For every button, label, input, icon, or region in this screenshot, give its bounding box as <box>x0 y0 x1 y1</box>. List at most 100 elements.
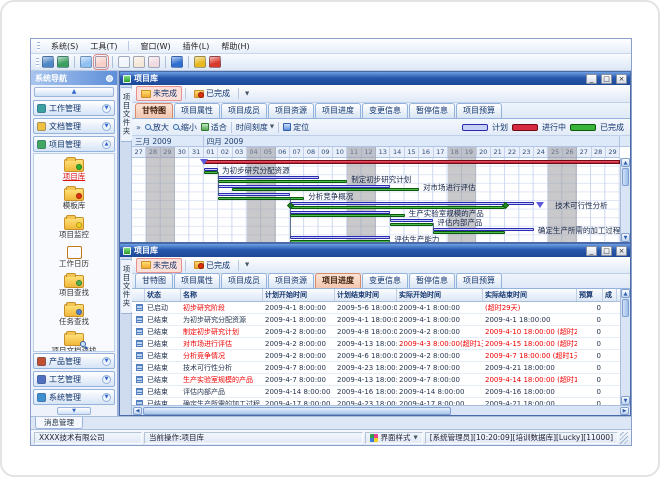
sidebar-item-5[interactable]: 任务查找 <box>34 301 114 330</box>
gantt-tab-1[interactable]: 项目属性 <box>174 103 220 118</box>
actual-bar[interactable] <box>204 171 218 174</box>
gantt-unfinished-filter-button[interactable]: 未完成 <box>136 86 182 101</box>
close-button[interactable]: × <box>616 246 627 256</box>
scroll-left-arrow[interactable]: ◀ <box>133 407 142 415</box>
scroll-right-arrow[interactable]: ▶ <box>620 407 629 415</box>
scroll-thumb[interactable] <box>143 407 451 415</box>
sidebar-scroll-up-button[interactable]: ▲ <box>34 87 114 97</box>
menu-item-3[interactable]: 插件(L) <box>182 41 211 52</box>
chevron-down-icon[interactable]: ▼ <box>102 393 111 402</box>
plan-bar[interactable] <box>218 176 318 179</box>
gantt-vertical-scrollbar[interactable]: ▲ ▼ <box>620 158 630 242</box>
table-row[interactable]: 已结束对市场进行评估2009-4-2 8:00:002009-4-13 18:0… <box>132 338 630 350</box>
scroll-thumb[interactable] <box>622 168 629 186</box>
sidebar-item-3[interactable]: 工作日历 <box>34 243 114 272</box>
actual-bar[interactable] <box>218 180 347 183</box>
table-tab-5[interactable]: 变更信息 <box>362 273 408 288</box>
plan-bar[interactable] <box>290 202 534 205</box>
sidebar-group-4[interactable]: 工艺管理▼ <box>33 371 115 387</box>
globe-icon[interactable] <box>57 56 69 68</box>
gantt-tab-3[interactable]: 项目资源 <box>268 103 314 118</box>
actual-bar[interactable] <box>433 231 505 234</box>
table-row[interactable]: 已结束生产实验室规模的产品2009-4-7 8:00:002009-4-13 1… <box>132 374 630 386</box>
filter-dropdown-icon[interactable]: ▼ <box>242 91 252 97</box>
table-row[interactable]: 已结束评估内部产品2009-4-14 8:00:002009-4-16 18:0… <box>132 386 630 398</box>
actual-bar[interactable] <box>232 188 419 191</box>
save-icon[interactable] <box>95 56 107 68</box>
table-unfinished-filter-button[interactable]: 未完成 <box>136 258 182 273</box>
close-button[interactable]: × <box>616 74 627 84</box>
chevron-down-icon[interactable]: ▼ <box>102 375 111 384</box>
table-header-5[interactable]: 实际结束时间 <box>483 289 577 301</box>
table-tab-6[interactable]: 暂停信息 <box>409 273 455 288</box>
table-row[interactable]: 已结束为初步研究分配资源2009-4-1 8:00:002009-4-1 18:… <box>132 314 630 326</box>
chevron-down-icon[interactable]: ▼ <box>102 122 111 131</box>
ui-style-selector[interactable]: 界面样式 ▼ <box>365 432 423 444</box>
actual-bar[interactable] <box>218 197 304 200</box>
resize-grip[interactable] <box>620 432 628 444</box>
table-vertical-scrollbar[interactable]: ▲ ▼ <box>620 289 630 405</box>
table-header-2[interactable]: 计划开始时间 <box>263 289 335 301</box>
menu-item-4[interactable]: 帮助(H) <box>220 41 250 52</box>
table-tab-3[interactable]: 项目资源 <box>268 273 314 288</box>
table-row[interactable]: 已启动初步研究阶段2009-4-1 8:00:002009-5-6 18:00:… <box>132 302 630 314</box>
actual-bar[interactable] <box>290 214 405 217</box>
table-row[interactable]: 已结束制定初步研究计划2009-4-2 8:00:002009-4-8 18:0… <box>132 326 630 338</box>
zoom-out-button[interactable]: 缩小 <box>173 122 197 133</box>
plan-bar[interactable] <box>218 193 290 196</box>
gantt-tab-7[interactable]: 项目预算 <box>456 103 502 118</box>
help-icon[interactable] <box>171 56 183 68</box>
table-header-3[interactable]: 计划结束时间 <box>335 289 397 301</box>
plan-bar[interactable] <box>390 219 433 222</box>
locate-button[interactable]: 定位 <box>283 122 309 133</box>
table-tab-4[interactable]: 项目进度 <box>315 273 361 288</box>
filter-dropdown-icon[interactable]: ▼ <box>242 262 252 268</box>
exit-icon[interactable] <box>209 56 221 68</box>
actual-bar[interactable] <box>390 223 433 226</box>
fit-button[interactable]: 适合 <box>201 122 227 133</box>
sidebar-item-6[interactable]: 项目文档查找 <box>34 330 114 352</box>
summary-progress-bar[interactable] <box>204 160 620 164</box>
menu-item-1[interactable]: 工具(T) <box>89 41 118 52</box>
pin-icon[interactable] <box>106 75 113 82</box>
sidebar-group-2[interactable]: 项目管理▲ <box>33 136 115 152</box>
doc-edit-icon[interactable] <box>133 56 145 68</box>
restore-button[interactable]: □ <box>601 246 612 256</box>
table-header-4[interactable]: 实际开始时间 <box>397 289 483 301</box>
toolbar-overflow-icon[interactable]: » <box>136 123 141 132</box>
table-finished-filter-button[interactable]: 已完成 <box>189 258 235 273</box>
sidebar-scroll-down-button[interactable]: ▼ <box>57 407 91 415</box>
sidebar-item-4[interactable]: 项目查找 <box>34 272 114 301</box>
table-header-6[interactable]: 预算 <box>577 289 603 301</box>
table-tab-2[interactable]: 项目成员 <box>221 273 267 288</box>
zoom-in-button[interactable]: 放大 <box>145 122 169 133</box>
network-icon[interactable] <box>42 56 54 68</box>
actual-bar[interactable] <box>290 240 390 242</box>
scroll-up-arrow[interactable]: ▲ <box>621 158 630 167</box>
gantt-tab-5[interactable]: 变更信息 <box>362 103 408 118</box>
open-folder-icon[interactable] <box>80 56 92 68</box>
chevron-up-icon[interactable]: ▲ <box>102 140 111 149</box>
table-row[interactable]: 已结束确定生产所需的加工过程2009-4-17 8:00:002009-4-23… <box>132 398 630 405</box>
doc-delete-icon[interactable] <box>148 56 160 68</box>
table-tab-7[interactable]: 项目预算 <box>456 273 502 288</box>
gantt-tab-0[interactable]: 甘特图 <box>135 103 173 118</box>
restore-button[interactable]: □ <box>601 74 612 84</box>
menu-item-2[interactable]: 窗口(W) <box>139 41 171 52</box>
scroll-up-arrow[interactable]: ▲ <box>621 289 630 298</box>
sidebar-group-5[interactable]: 系统管理▼ <box>33 389 115 405</box>
table-header-0[interactable]: 状态 <box>145 289 181 301</box>
sidebar-group-3[interactable]: 产品管理▼ <box>33 353 115 369</box>
sidebar-item-0[interactable]: 项目库 <box>34 156 114 185</box>
doc-new-icon[interactable] <box>118 56 130 68</box>
chevron-down-icon[interactable]: ▼ <box>102 104 111 113</box>
table-header-7[interactable]: 成 <box>603 289 617 301</box>
sidebar-item-1[interactable]: 模板库 <box>34 185 114 214</box>
tab-message-management[interactable]: 消息管理 <box>35 417 83 429</box>
table-row[interactable]: 已结束技术可行性分析2009-4-7 8:00:002009-4-23 18:0… <box>132 362 630 374</box>
scroll-down-arrow[interactable]: ▼ <box>621 396 630 405</box>
time-scale-dropdown[interactable]: 时间刻度▼ <box>236 122 274 133</box>
sidebar-group-1[interactable]: 文档管理▼ <box>33 118 115 134</box>
gantt-tab-4[interactable]: 项目进度 <box>315 103 361 118</box>
plan-bar[interactable] <box>290 236 390 239</box>
